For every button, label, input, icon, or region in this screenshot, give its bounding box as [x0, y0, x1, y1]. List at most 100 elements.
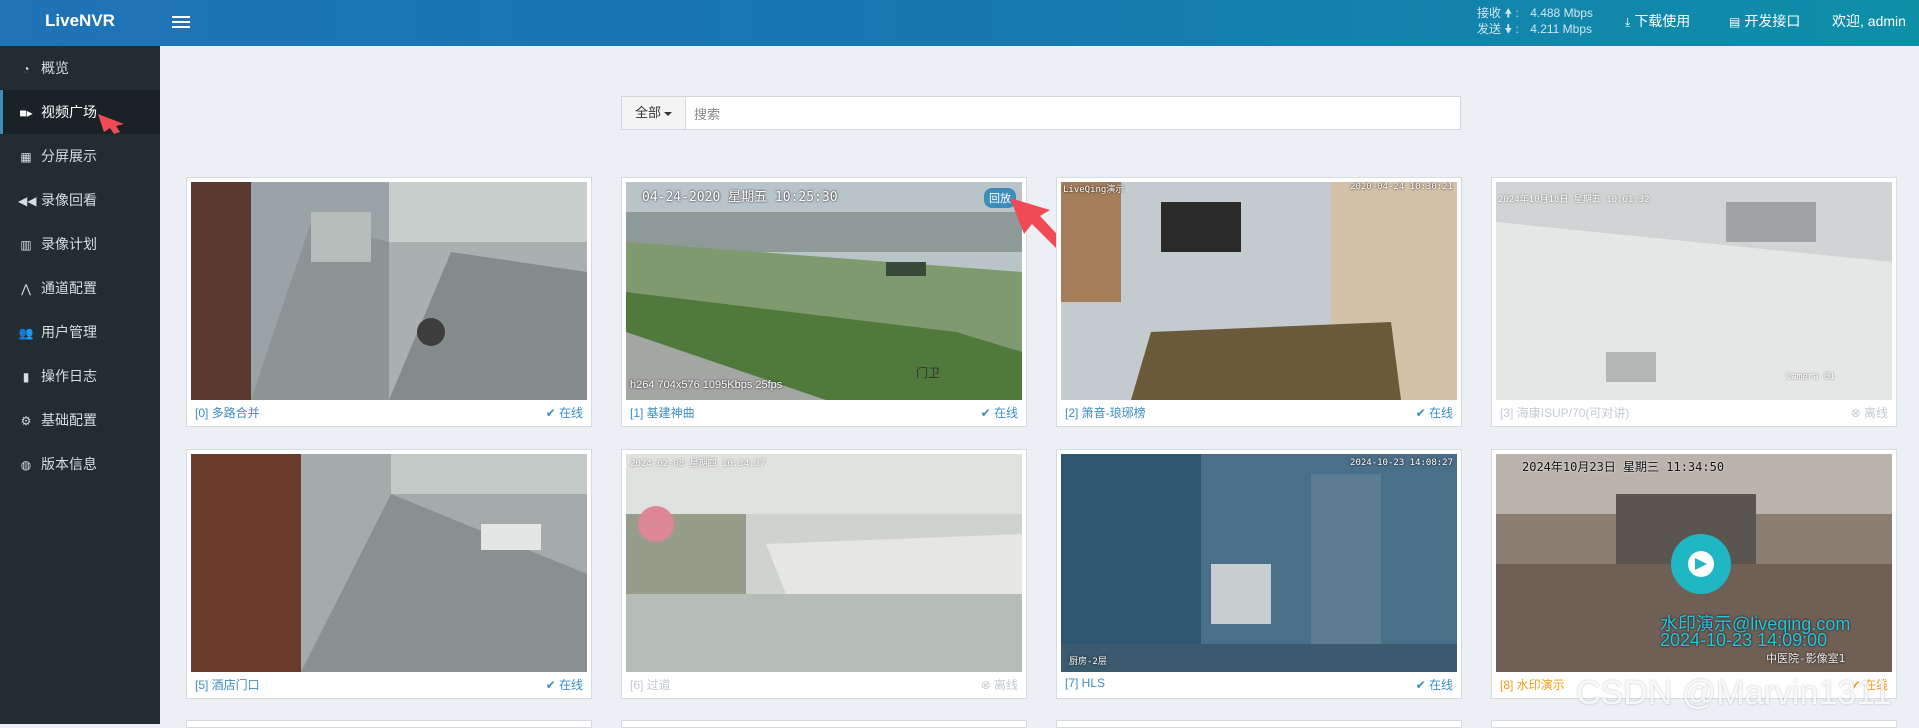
channel-card-partial[interactable]: [621, 720, 1027, 728]
globe-icon: ◍: [20, 458, 32, 472]
red-pointer-arrow-icon: [98, 114, 124, 134]
channel-status-text: 在线: [558, 406, 583, 420]
channel-snapshot[interactable]: [191, 454, 587, 672]
user-menu[interactable]: 欢迎, admin: [1832, 0, 1906, 42]
channel-card-partial[interactable]: [186, 720, 592, 728]
app-logo[interactable]: LiveNVR: [0, 0, 160, 46]
check-circle-icon: ✔: [980, 406, 994, 420]
dev-api-link[interactable]: ▤ 开发接口: [1729, 0, 1800, 42]
welcome-text: 欢迎, admin: [1832, 13, 1906, 29]
osd-timestamp: 2024年10月23日 星期三 11:34:50: [1522, 460, 1725, 474]
channel-caption: [2] 箫音-琅琊榜: [1065, 406, 1146, 420]
osd-timestamp: 04-24-2020 星期五 10:25:30: [642, 190, 838, 205]
channel-card-partial[interactable]: [1056, 720, 1462, 728]
channel-caption: [6] 过道: [630, 678, 671, 692]
channel-caption: [7] HLS: [1065, 676, 1106, 690]
recv-label: 接收: [1477, 6, 1502, 20]
file-icon: ▮: [22, 370, 30, 384]
check-circle-icon: ✔: [545, 678, 559, 692]
channel-caption: [3] 海康ISUP/70(可对讲): [1500, 406, 1630, 420]
sidebar-item-label: 视频广场: [41, 104, 97, 120]
channel-snapshot[interactable]: 04-24-2020 星期五 10:25:30 门卫 h264 704x576 …: [626, 182, 1022, 400]
book-icon: ▤: [1729, 15, 1741, 29]
channel-card[interactable]: [5] 酒店门口 ✔ 在线: [186, 449, 592, 699]
sidebar-item-label: 操作日志: [41, 368, 97, 384]
osd-timestamp: 2024年10月18日 星期五 10:01:32: [1498, 195, 1650, 205]
channel-snapshot[interactable]: [191, 182, 587, 400]
check-circle-icon: ✔: [545, 406, 559, 420]
channel-status: ⊗ 离线: [1851, 404, 1888, 421]
channel-snapshot[interactable]: 2024-02-08 星期四 10:34:37: [626, 454, 1022, 672]
dashboard-icon: ◔: [22, 62, 30, 76]
arrow-up-icon: 🠝: [1504, 6, 1513, 20]
channel-status-text: 在线: [1428, 406, 1453, 420]
sidebar-item-label: 用户管理: [41, 324, 97, 340]
sidebar-item-user-management[interactable]: 👥 用户管理: [0, 310, 160, 354]
sidebar: ◔ 概览 ■▸ 视频广场 ▦ 分屏展示 ◀◀ 录像回看 ▥ 录像计划 ⋀ 通道配置 👥 用户管…: [0, 46, 160, 724]
osd-timestamp: 2024-10-23 14:08:27: [1350, 458, 1453, 468]
channel-card[interactable]: 04-24-2020 星期五 10:25:30 门卫 h264 704x576 …: [621, 177, 1027, 427]
check-circle-icon: ✔: [1415, 406, 1429, 420]
sidebar-item-basic-config[interactable]: ⚙ 基础配置: [0, 398, 160, 442]
caret-down-icon: [664, 111, 672, 116]
sidebar-item-overview[interactable]: ◔ 概览: [0, 46, 160, 90]
channel-status-text: 离线: [993, 678, 1018, 692]
channel-snapshot[interactable]: LiveQing演示 2020-04-24 10:30:21: [1061, 182, 1457, 400]
sidebar-item-record-plan[interactable]: ▥ 录像计划: [0, 222, 160, 266]
channel-card[interactable]: 2024年10月23日 星期三 11:34:50 水印演示@liveqing.c…: [1491, 449, 1897, 699]
sidebar-item-split-screen[interactable]: ▦ 分屏展示: [0, 134, 160, 178]
grid-icon: ▦: [20, 150, 32, 164]
dev-api-label: 开发接口: [1744, 13, 1801, 29]
send-value: 4.211 Mbps: [1530, 22, 1593, 36]
channel-status: ✔ 在线: [981, 404, 1018, 421]
channel-card[interactable]: 2024年10月18日 星期五 10:01:32 Camera 01 [3] 海…: [1491, 177, 1897, 427]
channel-status-text: 离线: [1863, 406, 1888, 420]
sidebar-item-operation-log[interactable]: ▮ 操作日志: [0, 354, 160, 398]
channel-card[interactable]: 2024-10-23 14:08:27 厨房-2层 [7] HLS ✔ 在线: [1056, 449, 1462, 699]
download-link[interactable]: ⤓ 下载使用: [1625, 0, 1690, 42]
channel-status: ✔ 在线: [546, 676, 583, 693]
search-input[interactable]: [692, 97, 1456, 131]
top-navbar: LiveNVR 接收 🠝 : 4.488 Mbps 发送 🠟 : 4.211 M…: [0, 0, 1919, 46]
channel-caption: [1] 基建神曲: [630, 406, 695, 420]
channel-status: ✔ 在线: [546, 404, 583, 421]
check-circle-icon: ✔: [1415, 678, 1429, 692]
channel-caption: [8] 水印演示: [1500, 678, 1565, 692]
osd-label: 厨房-2层: [1069, 657, 1107, 667]
sidebar-item-playback[interactable]: ◀◀ 录像回看: [0, 178, 160, 222]
sidebar-item-video-square[interactable]: ■▸ 视频广场: [0, 90, 160, 134]
close-circle-icon: ⊗: [1850, 406, 1864, 420]
sidebar-item-label: 版本信息: [41, 456, 97, 472]
sidebar-item-label: 基础配置: [41, 412, 97, 428]
close-circle-icon: ⊗: [980, 678, 994, 692]
sidebar-item-channel-config[interactable]: ⋀ 通道配置: [0, 266, 160, 310]
download-label: 下载使用: [1634, 13, 1691, 29]
channel-card-partial[interactable]: [1491, 720, 1897, 728]
channel-card[interactable]: LiveQing演示 2020-04-24 10:30:21 [2] 箫音-琅琊…: [1056, 177, 1462, 427]
filter-dropdown-label: 全部: [634, 105, 661, 120]
channel-status-text: 在线: [993, 406, 1018, 420]
sidebar-item-label: 录像计划: [41, 236, 97, 252]
osd-camera-label: Camera 01: [1786, 372, 1835, 382]
channel-status-text: 在线: [558, 678, 583, 692]
sidebar-item-label: 分屏展示: [41, 148, 97, 164]
watermark-text-line2: 2024-10-23 14:09:00: [1660, 630, 1828, 650]
channel-snapshot[interactable]: 2024-10-23 14:08:27 厨房-2层: [1061, 454, 1457, 672]
channel-card[interactable]: [0] 多路合并 ✔ 在线: [186, 177, 592, 427]
road-icon: ⋀: [21, 282, 31, 296]
filter-dropdown[interactable]: 全部: [622, 97, 686, 129]
channel-status: ⊗ 离线: [981, 676, 1018, 693]
arrow-down-icon: 🠟: [1504, 22, 1513, 36]
scene-label: 门卫: [916, 366, 941, 380]
sidebar-item-version-info[interactable]: ◍ 版本信息: [0, 442, 160, 486]
csdn-watermark: CSDN @Marvin1311: [1576, 674, 1892, 712]
rewind-icon: ◀◀: [18, 194, 37, 208]
hamburger-menu-icon[interactable]: [172, 13, 190, 31]
sidebar-item-label: 录像回看: [41, 192, 97, 208]
users-icon: 👥: [18, 326, 34, 340]
recv-value: 4.488 Mbps: [1530, 6, 1593, 20]
channel-snapshot[interactable]: 2024年10月18日 星期五 10:01:32 Camera 01: [1496, 182, 1892, 400]
channel-snapshot[interactable]: 2024年10月23日 星期三 11:34:50 水印演示@liveqing.c…: [1496, 454, 1892, 672]
network-stats: 接收 🠝 : 4.488 Mbps 发送 🠟 : 4.211 Mbps: [1477, 6, 1593, 36]
channel-card[interactable]: 2024-02-08 星期四 10:34:37 [6] 过道 ⊗ 离线: [621, 449, 1027, 699]
